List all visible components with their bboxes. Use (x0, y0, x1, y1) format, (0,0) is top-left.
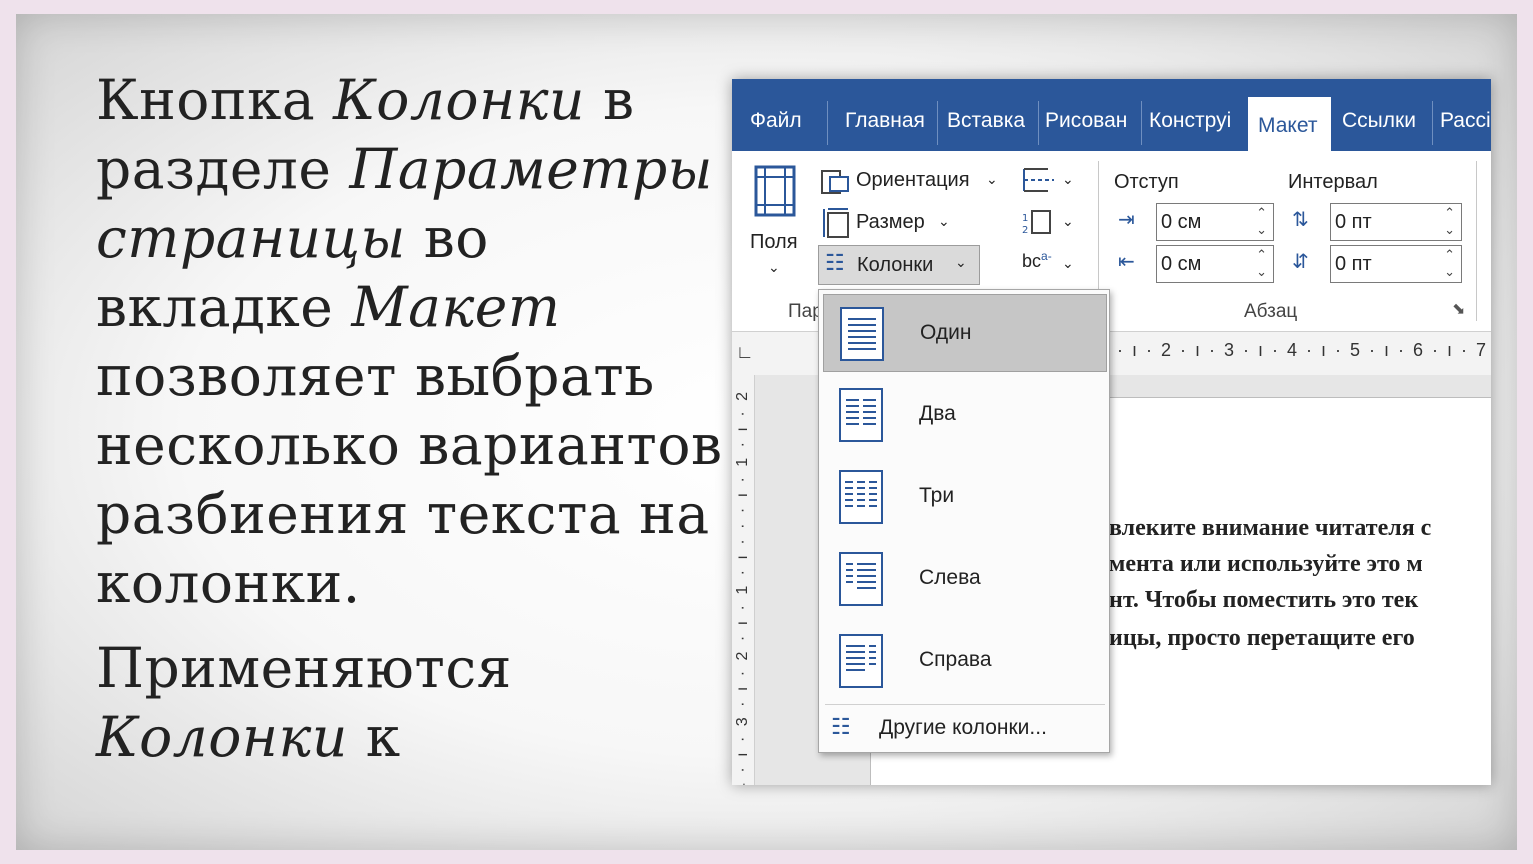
text-run-italic: Макет (351, 275, 561, 339)
text-run-italic: Колонки (333, 68, 585, 132)
tab-separator (827, 101, 828, 145)
indent-right-icon: ⇤ (1118, 251, 1135, 273)
spinner-arrows-icon[interactable]: ⌃ ⌄ (1444, 246, 1455, 280)
ruler-scale: · ı · 2 · ı · 3 · ı · 4 · ı · 5 · ı · 6 … (1117, 340, 1491, 360)
tab-insert[interactable]: Вставка (947, 109, 1025, 133)
chevron-down-icon: ⌄ (768, 259, 780, 275)
text-run: Кнопка (96, 68, 334, 132)
slide-text: Кнопка Колонки в разделе Параметры стран… (96, 66, 736, 772)
text-run: к (347, 705, 401, 769)
indent-right-input[interactable]: 0 см ⌃ ⌄ (1156, 245, 1274, 283)
one-column-icon (840, 307, 884, 361)
vertical-ruler: · 4 · ı · 3 · ı · 2 · ı · 1 · ı · · · ı … (732, 375, 755, 785)
tab-separator (1141, 101, 1142, 145)
spacing-after-input[interactable]: 0 пт ⌃ ⌄ (1330, 245, 1462, 283)
breaks-icon[interactable] (1022, 165, 1056, 201)
chevron-down-icon: ⌄ (955, 254, 967, 270)
columns-button[interactable]: ☷ Колонки ⌄ (818, 245, 980, 285)
columns-option-label: Слева (919, 566, 981, 589)
line-numbers-icon[interactable]: 12 (1022, 207, 1056, 243)
spinner-arrows-icon[interactable]: ⌃ ⌄ (1256, 246, 1267, 280)
columns-option-right[interactable]: Справа (823, 622, 1107, 700)
orientation-button[interactable]: Ориентация (856, 169, 970, 192)
columns-label: Колонки (857, 254, 934, 276)
vertical-ruler-scale: · 4 · ı · 3 · ı · 2 · ı · 1 · ı · · · ı … (734, 389, 751, 785)
more-columns-item[interactable]: Другие колонки... (879, 716, 1047, 740)
tab-separator (937, 101, 938, 145)
svg-text:1: 1 (1022, 213, 1028, 224)
tab-design[interactable]: Конструі (1149, 109, 1243, 133)
columns-icon: ☷ (825, 250, 845, 275)
hyphenation-icon[interactable]: bca- (1022, 249, 1052, 272)
columns-option-two[interactable]: Два (823, 376, 1107, 454)
more-columns-icon: ☷ (831, 714, 851, 739)
indent-left-icon: ⇥ (1118, 209, 1135, 231)
spacing-after-value: 0 пт (1335, 253, 1372, 275)
slide-paragraph-2: Применяются Колонки к (96, 634, 736, 772)
spacing-before-icon: ⇅ (1292, 209, 1309, 231)
paragraph-group-label: Абзац (1244, 301, 1298, 322)
size-icon (822, 207, 852, 245)
columns-option-three[interactable]: Три (823, 458, 1107, 536)
slide-paragraph-1: Кнопка Колонки в разделе Параметры стран… (96, 66, 736, 618)
chevron-down-icon: ⌄ (938, 213, 950, 229)
chevron-down-icon: ⌄ (1062, 171, 1074, 187)
spacing-label: Интервал (1288, 171, 1378, 193)
columns-option-label: Справа (919, 648, 992, 671)
tab-mailings[interactable]: Рассі (1440, 109, 1491, 133)
margins-icon (754, 165, 796, 217)
spinner-arrows-icon[interactable]: ⌃ ⌄ (1444, 204, 1455, 238)
indent-label: Отступ (1114, 171, 1179, 193)
tab-stop-icon[interactable]: ∟ (736, 342, 754, 363)
columns-option-label: Три (919, 484, 955, 507)
word-screenshot: Файл Главная Вставка Рисован Конструі Ма… (732, 79, 1491, 785)
tab-separator (1038, 101, 1039, 145)
tab-separator (1432, 101, 1433, 145)
columns-option-label: Два (919, 402, 956, 425)
text-run: позволяет выбрать несколько вариантов ра… (96, 344, 723, 615)
indent-left-input[interactable]: 0 см ⌃ ⌄ (1156, 203, 1274, 241)
indent-left-value: 0 см (1161, 211, 1202, 233)
text-run-italic: Колонки (96, 705, 348, 769)
document-text-line: ицы, просто перетащите его (1109, 625, 1415, 651)
columns-option-label: Один (920, 321, 972, 344)
two-columns-icon (839, 388, 883, 442)
margins-button[interactable]: Поля (750, 231, 798, 254)
tab-references[interactable]: Ссылки (1342, 109, 1416, 133)
size-button[interactable]: Размер (856, 211, 925, 234)
tab-file[interactable]: Файл (750, 109, 802, 133)
slide: Кнопка Колонки в разделе Параметры стран… (16, 14, 1517, 850)
chevron-down-icon: ⌄ (1062, 213, 1074, 229)
left-column-icon (839, 552, 883, 606)
menu-divider (825, 704, 1105, 705)
spinner-arrows-icon[interactable]: ⌃ ⌄ (1256, 204, 1267, 238)
columns-option-left[interactable]: Слева (823, 540, 1107, 618)
orientation-icon (820, 165, 850, 201)
text-run: Применяются (96, 636, 512, 700)
three-columns-icon (839, 470, 883, 524)
spacing-after-icon: ⇵ (1292, 251, 1309, 273)
indent-right-value: 0 см (1161, 253, 1202, 275)
columns-option-one[interactable]: Один (823, 294, 1107, 372)
document-text-line: мента или используйте это м (1109, 551, 1423, 577)
document-text-line: влеките внимание читателя с (1109, 515, 1432, 541)
columns-dropdown-menu: Один Два Три Слева Справа ☷ Другие колон… (818, 289, 1110, 753)
svg-text:2: 2 (1022, 225, 1028, 236)
dialog-launcher-icon[interactable]: ⬊ (1452, 299, 1465, 319)
tab-home[interactable]: Главная (845, 109, 925, 133)
chevron-down-icon: ⌄ (1062, 255, 1074, 271)
tab-layout[interactable]: Макет (1248, 97, 1331, 151)
document-text-line: нт. Чтобы поместить это тек (1109, 587, 1419, 613)
chevron-down-icon: ⌄ (986, 171, 998, 187)
group-separator (1476, 161, 1477, 321)
right-column-icon (839, 634, 883, 688)
tab-draw[interactable]: Рисован (1045, 109, 1137, 133)
ribbon-tabs: Файл Главная Вставка Рисован Конструі Ма… (732, 79, 1491, 151)
spacing-before-input[interactable]: 0 пт ⌃ ⌄ (1330, 203, 1462, 241)
spacing-before-value: 0 пт (1335, 211, 1372, 233)
